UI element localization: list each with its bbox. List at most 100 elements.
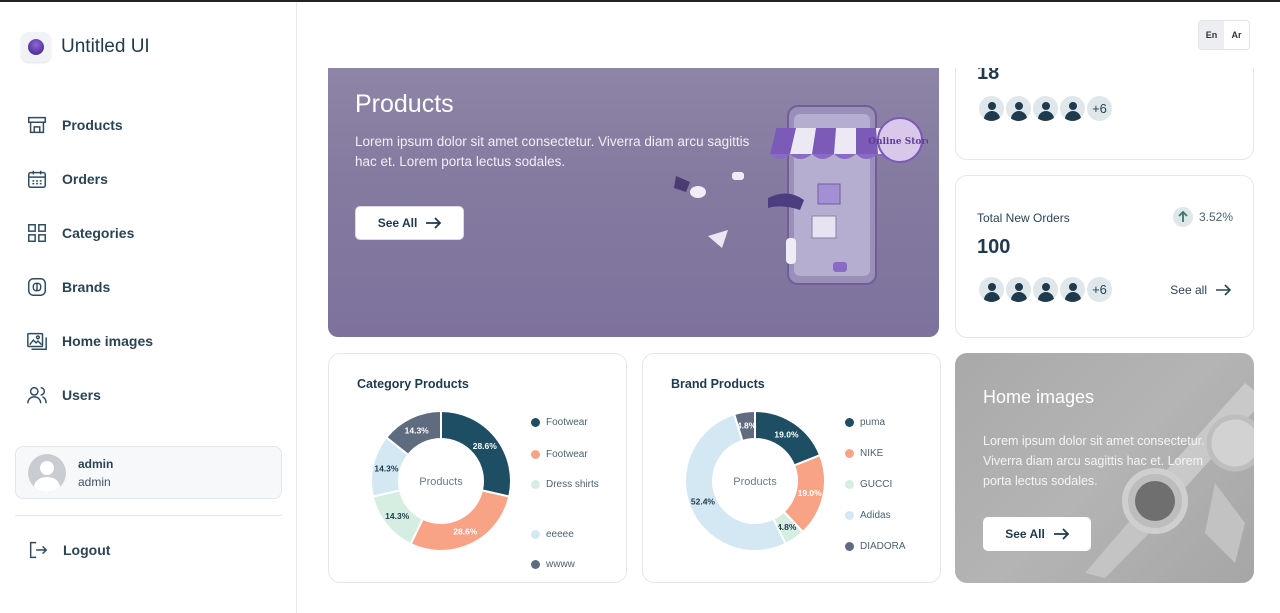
sidebar-divider (15, 515, 282, 516)
slice-label: 4.8% (737, 421, 757, 431)
legend-label: NIKE (860, 448, 884, 459)
brand-logo-icon (21, 32, 51, 62)
legend-label: Dress shirts (546, 479, 599, 490)
avatar (978, 95, 1005, 122)
legend-item[interactable]: eeeee (531, 526, 601, 556)
chart-title: Category Products (357, 377, 469, 391)
slice-label: 14.3% (385, 511, 410, 521)
stat-label: Total New Orders (977, 211, 1070, 225)
legend-swatch (531, 480, 540, 489)
legend-item[interactable]: GUCCI (845, 476, 915, 507)
brand[interactable]: Untitled UI (21, 32, 150, 62)
stat-change: 3.52% (1172, 207, 1233, 227)
sidebar-item-label: Home images (62, 333, 154, 349)
sidebar-nav: Products Orders Categories Brands Home i… (26, 98, 153, 422)
slice-label: 28.6% (473, 441, 498, 451)
logout-button[interactable]: Logout (27, 539, 110, 561)
user-name: admin (78, 456, 114, 471)
logout-icon (29, 541, 48, 559)
images-icon (27, 332, 47, 350)
online-store-illustration: Online Store (674, 105, 928, 285)
legend-swatch (531, 450, 540, 459)
category-products-donut: 28.6% 28.6% 14.3% 14.3% 14.3% Products (370, 409, 512, 552)
avatar (978, 276, 1005, 303)
lang-en-button[interactable]: En (1199, 21, 1224, 49)
slice-label: 14.3% (405, 426, 430, 436)
slice-label: 19.0% (798, 488, 823, 498)
hero-see-all-label: See All (377, 216, 418, 230)
user-profile-card[interactable]: admin admin (15, 446, 282, 499)
sidebar-item-products[interactable]: Products (26, 98, 153, 152)
legend-item[interactable]: Footwear (531, 414, 601, 446)
brand-name: Untitled UI (61, 36, 150, 57)
sidebar-item-label: Orders (62, 171, 108, 187)
sidebar-item-brands[interactable]: Brands (26, 260, 153, 314)
users-icon (27, 386, 47, 404)
donut-slice[interactable] (409, 489, 511, 552)
legend-swatch (845, 511, 854, 520)
legend-label: DIADORA (860, 541, 906, 552)
legend-label: eeeee (546, 529, 574, 540)
avatar-more-count: +6 (1086, 95, 1113, 122)
calendar-icon (28, 170, 46, 188)
legend-swatch (845, 542, 854, 551)
brand-products-card: Brand Products 19.0% 19.0% 4.8% 52.4% 4.8% Pr… (642, 353, 941, 583)
legend-item[interactable]: NIKE (845, 445, 915, 476)
home-images-see-all-button[interactable]: See All (983, 517, 1091, 551)
legend-item[interactable]: wwww (531, 556, 601, 586)
sidebar-item-label: Brands (62, 279, 111, 295)
sidebar-item-users[interactable]: Users (26, 368, 153, 422)
stat-card-total-new-orders: Total New Orders 3.52% 100 +6 See all (955, 175, 1254, 338)
home-images-description: Lorem ipsum dolor sit amet consectetur. … (983, 434, 1205, 488)
legend-swatch (845, 418, 854, 427)
avatar (1005, 276, 1032, 303)
sidebar: Untitled UI Products Orders Categories B… (0, 2, 297, 613)
stat-card-top: 18 +6 (955, 68, 1254, 160)
donut-center-label: Products (733, 476, 777, 488)
arrow-right-icon (1053, 528, 1069, 540)
orders-see-all-link[interactable]: See all (1170, 283, 1231, 297)
legend-swatch (845, 449, 854, 458)
legend-item[interactable]: Dress shirts (531, 476, 601, 526)
hero-see-all-button[interactable]: See All (355, 206, 464, 240)
hero-title: Products (355, 90, 454, 118)
donut-center-label: Products (419, 476, 463, 488)
chart-legend: Footwear Footwear Dress shirts eeeee www… (531, 414, 601, 586)
slice-label: 52.4% (691, 497, 716, 507)
chart-legend: puma NIKE GUCCI Adidas DIADORA (845, 414, 915, 569)
products-hero-banner: Products Lorem ipsum dolor sit amet cons… (328, 68, 939, 337)
slice-label: 28.6% (453, 526, 478, 536)
sidebar-item-home-images[interactable]: Home images (26, 314, 153, 368)
category-products-card: Category Products 28.6% 28.6% 14.3% 14.3% 14… (328, 353, 627, 583)
lang-ar-button[interactable]: Ar (1224, 21, 1249, 49)
legend-item[interactable]: DIADORA (845, 538, 915, 569)
avatar-more-count: +6 (1086, 276, 1113, 303)
language-switcher: En Ar (1198, 20, 1250, 50)
legend-label: puma (860, 417, 886, 428)
sidebar-item-categories[interactable]: Categories (26, 206, 153, 260)
legend-label: GUCCI (860, 479, 893, 490)
chart-title: Brand Products (671, 377, 765, 391)
stat-value: 18 (977, 68, 1000, 84)
legend-item[interactable]: Adidas (845, 507, 915, 538)
logout-label: Logout (63, 542, 111, 558)
grid-icon (28, 224, 46, 242)
legend-swatch (531, 418, 540, 427)
avatar (1032, 95, 1059, 122)
stat-value: 100 (977, 236, 1011, 258)
brand-icon (28, 278, 46, 296)
sidebar-item-label: Categories (62, 225, 135, 241)
avatar (1005, 95, 1032, 122)
slice-label: 19.0% (774, 430, 799, 440)
slice-label: 14.3% (374, 464, 399, 474)
avatar (1059, 95, 1086, 122)
home-see-all-label: See All (1005, 527, 1045, 541)
sidebar-item-orders[interactable]: Orders (26, 152, 153, 206)
legend-item[interactable]: puma (845, 414, 915, 445)
user-role: admin (78, 474, 111, 489)
brand-products-donut: 19.0%19.0%4.8%52.4%4.8%Products (684, 409, 826, 552)
avatar-group: +6 (978, 95, 1113, 122)
home-images-card: Home images Lorem ipsum dolor sit amet c… (955, 353, 1254, 583)
legend-item[interactable]: Footwear (531, 446, 601, 476)
legend-label: Footwear (546, 417, 588, 428)
